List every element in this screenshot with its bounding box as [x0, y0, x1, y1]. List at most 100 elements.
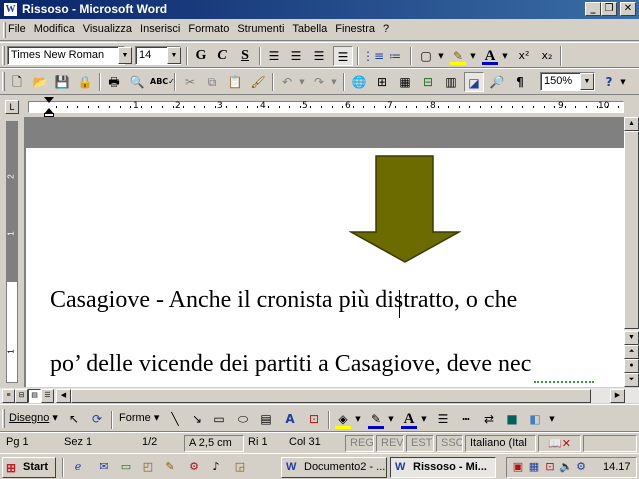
subscript-button[interactable]: x₂ — [537, 46, 557, 66]
taskbar-rissoso[interactable]: W Rissoso - Mi... — [390, 457, 496, 478]
copy-icon[interactable]: ⧉ — [202, 72, 222, 92]
paragraph-line-2[interactable]: po’ delle vicende dei partiti a Casagiov… — [50, 351, 531, 378]
justify-icon[interactable]: ☰ — [333, 46, 353, 66]
undo-icon[interactable]: ↶ — [277, 72, 297, 92]
shadow-icon[interactable]: ■ — [502, 409, 522, 429]
tray-icon[interactable]: ⊡ — [542, 459, 558, 475]
status-ssc[interactable]: SSC — [436, 435, 463, 452]
menu-grip[interactable] — [3, 22, 6, 38]
autoshapes-button[interactable]: Forme ▾ — [119, 411, 159, 424]
scroll-up-button[interactable]: ▲ — [624, 117, 639, 131]
align-center-icon[interactable]: ☰ — [286, 46, 306, 66]
status-language[interactable]: Italiano (Ital — [465, 435, 536, 452]
draw-menu-button[interactable]: Disegno ▾ — [9, 411, 58, 424]
status-rev[interactable]: REV — [376, 435, 404, 452]
align-left-icon[interactable]: ☰ — [264, 46, 284, 66]
numbered-list-icon[interactable]: ⋮≡ — [362, 46, 384, 66]
dash-style-icon[interactable]: ┅ — [456, 409, 476, 429]
vertical-scrollbar[interactable]: ▲ ▼ ⏶ ● ⏷ — [624, 117, 639, 387]
line-style-icon[interactable]: ☰ — [433, 409, 453, 429]
clipart-icon[interactable]: ⊡ — [304, 409, 324, 429]
status-reg[interactable]: REG — [345, 435, 374, 452]
start-button[interactable]: ⊞ Start — [2, 457, 56, 478]
outline-view-button[interactable]: ☰ — [41, 389, 54, 403]
print-preview-icon[interactable]: 🔍 — [127, 72, 147, 92]
menu-modifica[interactable]: Modifica — [34, 23, 75, 35]
restore-button[interactable]: ❐ — [601, 2, 617, 16]
text-box-icon[interactable]: ▤ — [256, 409, 276, 429]
close-button[interactable]: ✕ — [620, 2, 636, 16]
redo-dropdown-arrow[interactable]: ▼ — [329, 72, 339, 92]
font-color-dropdown-arrow[interactable]: ▼ — [500, 46, 510, 66]
border-icon[interactable]: ▢ — [416, 46, 436, 66]
horizontal-scrollbar[interactable]: ≡ ⊟ ▤ ☰ ◀ ▶ — [0, 387, 639, 403]
redo-icon[interactable]: ↷ — [309, 72, 329, 92]
clock[interactable]: 14.17 — [603, 461, 631, 473]
next-page-button[interactable]: ⏷ — [624, 373, 639, 387]
menu-visualizza[interactable]: Visualizza — [83, 23, 132, 35]
fill-color-dropdown-arrow[interactable]: ▼ — [353, 409, 363, 429]
border-dropdown-arrow[interactable]: ▼ — [436, 46, 446, 66]
vertical-ruler-strip[interactable]: 2 1 1 — [6, 121, 18, 383]
zoom-dropdown-arrow[interactable]: ▼ — [580, 73, 594, 90]
columns-icon[interactable]: ▥ — [441, 72, 461, 92]
highlight-dropdown-arrow[interactable]: ▼ — [468, 46, 478, 66]
scroll-left-button[interactable]: ◀ — [56, 389, 71, 403]
menu-formato[interactable]: Formato — [188, 23, 229, 35]
font-name-field[interactable]: Times New Roman — [7, 46, 125, 65]
rectangle-icon[interactable]: ▭ — [209, 409, 229, 429]
line-icon[interactable]: ╲ — [165, 409, 185, 429]
tray-icon[interactable]: ⚙ — [573, 459, 589, 475]
hyperlink-icon[interactable]: 🌐 — [349, 72, 369, 92]
italic-button[interactable]: C — [212, 46, 232, 66]
down-arrow-shape[interactable] — [349, 154, 461, 264]
toolbar-options-arrow[interactable]: ▼ — [617, 72, 629, 92]
font-size-dropdown-arrow[interactable]: ▼ — [167, 47, 181, 64]
volume-icon[interactable]: 🔈 — [558, 459, 574, 475]
help-button[interactable]: ? — [599, 72, 619, 92]
quick-launch-icon[interactable]: ✎ — [162, 459, 178, 475]
drawing-toolbar-options-arrow[interactable]: ▼ — [547, 409, 557, 429]
scroll-thumb[interactable] — [624, 131, 639, 329]
ruler-strip[interactable] — [28, 101, 624, 113]
tray-icon[interactable]: ▦ — [526, 459, 542, 475]
quick-launch-icon[interactable]: ♪ — [208, 459, 224, 475]
menu-finestra[interactable]: Finestra — [335, 23, 375, 35]
document-page[interactable]: Casagiove - Anche il cronista più distra… — [26, 148, 624, 387]
arrow-icon[interactable]: ↘ — [187, 409, 207, 429]
quick-launch-icon[interactable]: ⚙ — [186, 459, 202, 475]
internet-explorer-icon[interactable]: ℯ — [70, 459, 86, 475]
arrow-style-icon[interactable]: ⇄ — [479, 409, 499, 429]
bold-button[interactable]: G — [191, 46, 211, 66]
select-objects-icon[interactable]: ↖ — [64, 409, 84, 429]
save-icon[interactable]: 💾 — [52, 72, 72, 92]
drawing-font-color-dropdown-arrow[interactable]: ▼ — [419, 409, 429, 429]
superscript-button[interactable]: x² — [514, 46, 534, 66]
menu-file[interactable]: File — [8, 23, 26, 35]
previous-page-button[interactable]: ⏶ — [624, 345, 639, 359]
toolbar-grip[interactable] — [2, 72, 5, 91]
3d-icon[interactable]: ◧ — [525, 409, 545, 429]
quick-launch-icon[interactable]: ◰ — [140, 459, 156, 475]
word-app-icon[interactable]: W — [3, 2, 18, 17]
menu-inserisci[interactable]: Inserisci — [140, 23, 180, 35]
spelling-icon[interactable]: ABC✓ — [150, 72, 175, 92]
align-right-icon[interactable]: ☰ — [309, 46, 329, 66]
new-document-icon[interactable]: 🗋 — [7, 72, 27, 92]
title-bar[interactable]: W Rissoso - Microsoft Word _ ❐ ✕ — [0, 0, 639, 19]
quick-launch-icon[interactable]: ◲ — [232, 459, 248, 475]
undo-dropdown-arrow[interactable]: ▼ — [297, 72, 307, 92]
permission-icon[interactable]: 🔒 — [75, 72, 95, 92]
scroll-down-button[interactable]: ▼ — [624, 331, 639, 345]
document-area[interactable]: Casagiove - Anche il cronista più distra… — [24, 117, 624, 387]
show-hide-icon[interactable]: ¶ — [510, 72, 530, 92]
minimize-button[interactable]: _ — [585, 2, 601, 16]
insert-excel-icon[interactable]: ⊟ — [418, 72, 438, 92]
document-map-icon[interactable]: 🔎 — [487, 72, 507, 92]
tab-selector-button[interactable]: L — [5, 100, 19, 114]
font-dropdown-arrow[interactable]: ▼ — [118, 47, 132, 64]
underline-button[interactable]: S — [235, 46, 255, 66]
cut-icon[interactable]: ✂ — [180, 72, 200, 92]
wordart-icon[interactable]: A — [280, 409, 300, 429]
paragraph-line-1[interactable]: Casagiove - Anche il cronista più distra… — [50, 287, 517, 314]
